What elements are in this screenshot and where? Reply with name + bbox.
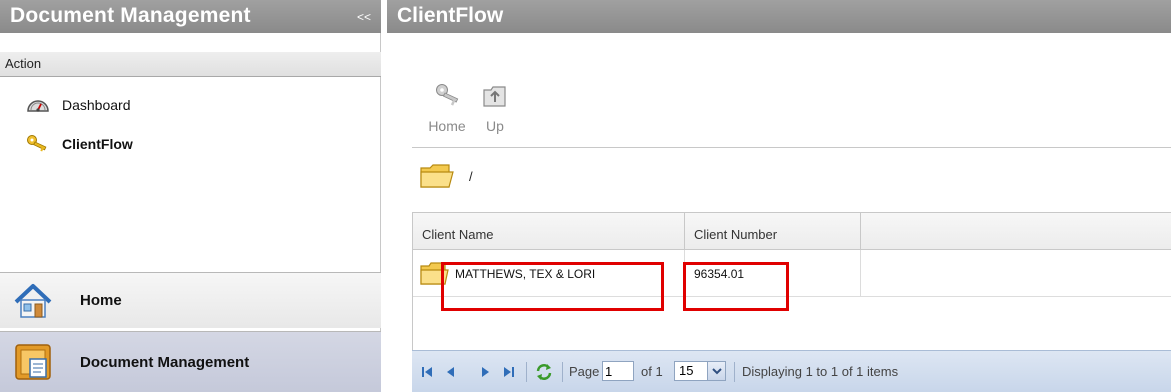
document-management-nav-label: Document Management [80, 353, 250, 371]
last-page-icon[interactable] [502, 365, 516, 379]
nav-item-dashboard[interactable]: Dashboard [26, 93, 131, 117]
grid-header: Client Name Client Number [413, 213, 1171, 250]
next-page-icon[interactable] [478, 365, 492, 379]
refresh-icon[interactable] [534, 362, 554, 382]
action-label: Action [5, 56, 42, 71]
breadcrumb: / [419, 160, 473, 192]
pager-separator [562, 362, 563, 382]
client-number: 96354.01 [694, 266, 745, 281]
first-page-icon[interactable] [420, 365, 434, 379]
page-size-value: 15 [679, 363, 694, 378]
nav-item-label: ClientFlow [62, 136, 133, 152]
client-name-cell[interactable]: MATTHEWS, TEX & LORI [413, 250, 685, 297]
home-nav-label: Home [80, 292, 122, 309]
column-header-client-number[interactable]: Client Number [685, 213, 861, 250]
action-header: Action [0, 52, 381, 77]
clientflow-panel: ClientFlow Home Up / Client Name Client … [387, 0, 1171, 392]
collapse-button[interactable]: << [357, 10, 371, 24]
keys-icon [27, 135, 47, 152]
home-icon [14, 283, 52, 318]
up-toolbar-button[interactable]: Up [467, 82, 523, 138]
column-header-client-name[interactable]: Client Name [413, 213, 685, 250]
document-management-icon [15, 344, 51, 380]
previous-page-icon[interactable] [444, 365, 458, 379]
home-nav-button[interactable]: Home [0, 272, 381, 328]
pager-separator [734, 362, 735, 382]
column-header-label: Client Name [422, 227, 494, 242]
client-number-cell[interactable]: 96354.01 [685, 250, 861, 297]
page-count-label: of 1 [641, 364, 663, 379]
page-number-input[interactable] [602, 361, 634, 381]
folder-icon [420, 261, 449, 285]
document-management-panel: Document Management << Action Dashboard … [0, 0, 381, 392]
page-label: Page [569, 364, 600, 379]
dashboard-gauge-icon [27, 100, 49, 112]
page-size-select[interactable]: 15 [674, 361, 726, 381]
column-header-label: Client Number [694, 227, 778, 242]
client-name: MATTHEWS, TEX & LORI [455, 266, 596, 281]
pagination-bar: Page of 1 15 Displaying 1 to 1 of 1 item… [412, 350, 1171, 392]
keys-icon [436, 84, 459, 106]
document-management-nav-button[interactable]: Document Management [0, 331, 381, 392]
panel-header: Document Management << [0, 0, 381, 33]
path-text: / [469, 168, 473, 184]
display-info-text: Displaying 1 to 1 of 1 items [742, 364, 899, 379]
dropdown-button[interactable] [707, 362, 725, 380]
table-row[interactable]: MATTHEWS, TEX & LORI 96354.01 [413, 250, 1171, 297]
panel-header: ClientFlow [387, 0, 1171, 33]
panel-title: Document Management [10, 4, 251, 27]
toolbar-divider [412, 147, 1171, 148]
nav-item-label: Dashboard [62, 97, 131, 113]
pager-separator [526, 362, 527, 382]
chevron-down-icon [712, 368, 722, 375]
folder-icon [420, 164, 454, 188]
folder-up-icon [483, 86, 506, 107]
panel-title: ClientFlow [397, 4, 504, 27]
up-toolbar-label: Up [486, 118, 504, 134]
nav-item-clientflow[interactable]: ClientFlow [26, 132, 133, 156]
